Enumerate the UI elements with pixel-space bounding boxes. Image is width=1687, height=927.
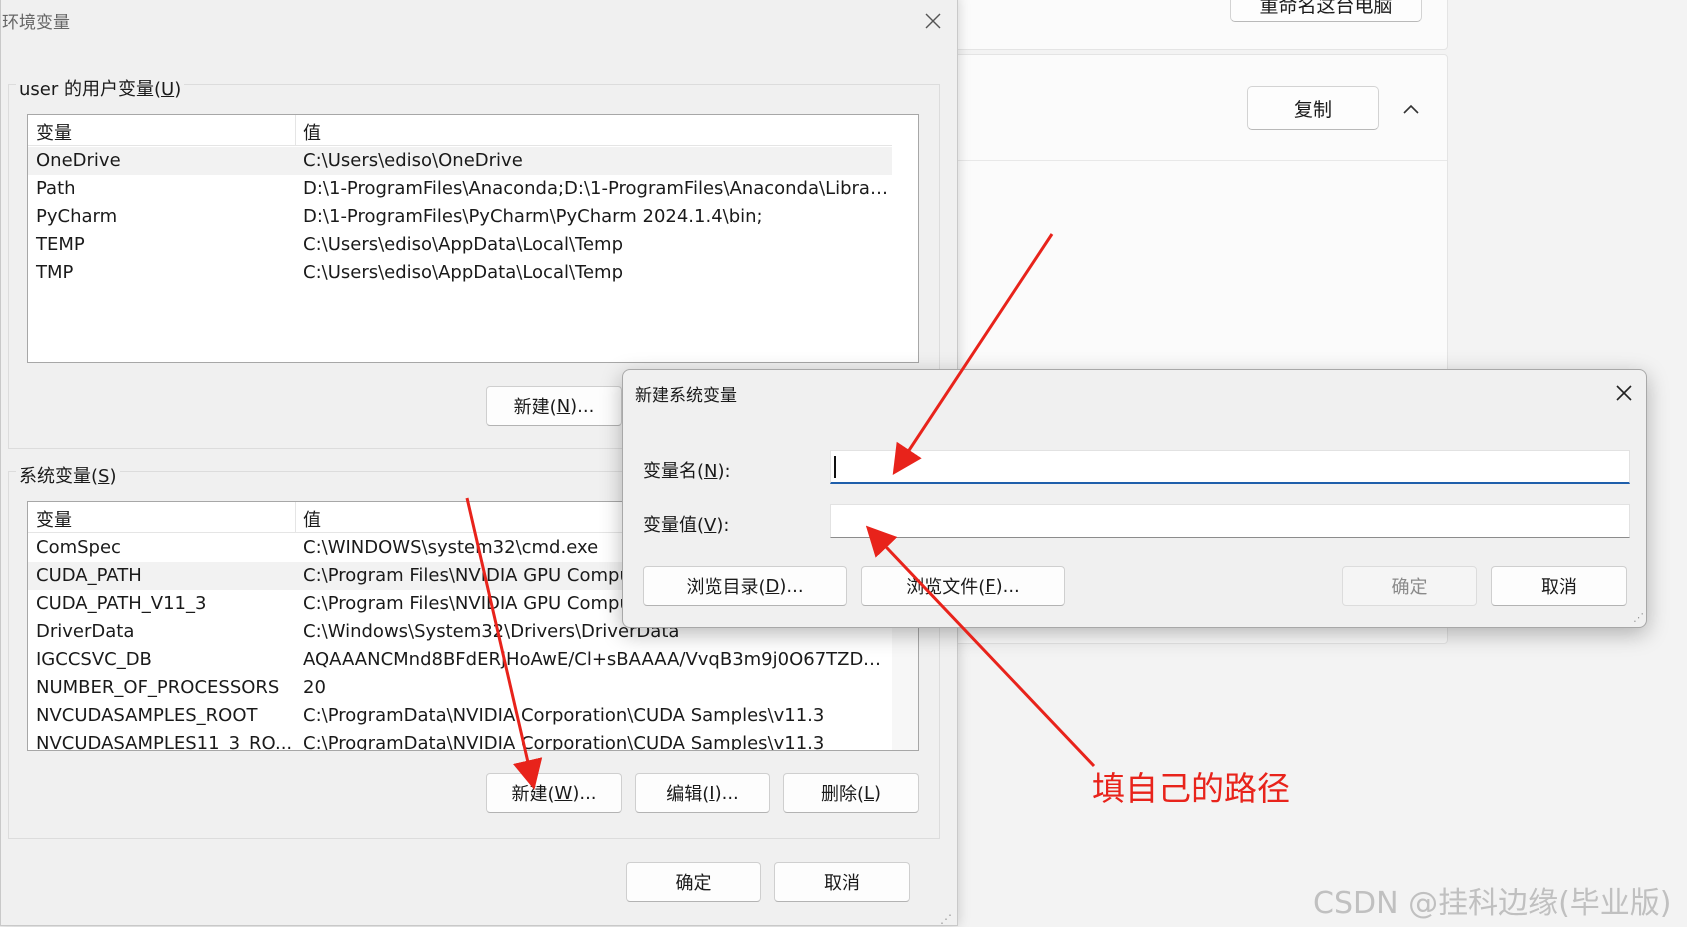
variable-name-cell: CUDA_PATH [36,565,142,586]
column-separator [295,502,296,533]
rename-pc-button[interactable]: 重命名这台电脑 [1230,0,1422,22]
table-row[interactable]: TMP C:\Users\ediso\AppData\Local\Temp [28,259,892,287]
variable-value-cell: D:\1-ProgramFiles\Anaconda;D:\1-ProgramF… [303,178,888,199]
variable-value-cell: AQAAANCMnd8BFdERjHoAwE/Cl+sBAAAA/VvqB3m9… [303,649,888,670]
variable-name-cell: TEMP [36,234,85,255]
ok-button[interactable]: 确定 [626,862,761,902]
variable-name-cell: NVCUDASAMPLES_ROOT [36,705,258,726]
user-vars-group-label: user 的用户变量(U) [16,75,185,101]
resize-grip-icon[interactable]: ⋰ [1633,611,1644,624]
new-system-var-button[interactable]: 新建(W)... [486,773,622,813]
table-row[interactable]: NUMBER_OF_PROCESSORS 20 [28,674,892,702]
variable-name-cell: TMP [36,262,74,283]
column-header-value[interactable]: 值 [303,119,321,145]
variable-name-input[interactable] [830,450,1630,484]
dialog-title: 新建系统变量 [635,386,737,406]
variable-value-cell: C:\ProgramData\NVIDIA Corporation\CUDA S… [303,705,825,726]
table-row[interactable]: NVCUDASAMPLES11_3_RO... C:\ProgramData\NV… [28,730,892,751]
variable-value-cell: C:\Users\ediso\AppData\Local\Temp [303,262,624,283]
variable-name-cell: IGCCSVC_DB [36,649,152,670]
column-header-variable[interactable]: 变量 [36,506,72,532]
close-icon[interactable] [920,8,946,34]
system-vars-group-label: 系统变量(S) [16,462,120,488]
column-header-variable[interactable]: 变量 [36,119,72,145]
table-row[interactable]: TEMP C:\Users\ediso\AppData\Local\Temp [28,231,892,259]
dialog-title: 环境变量 [2,13,70,33]
table-row[interactable]: NVCUDASAMPLES_ROOT C:\ProgramData\NVIDIA … [28,702,892,730]
resize-grip-icon[interactable]: ⋰ [940,912,952,926]
new-system-variable-dialog: 新建系统变量 变量名(N): 变量值(V): 浏览目录(D)... 浏览文件(F… [622,369,1647,628]
table-row[interactable]: Path D:\1-ProgramFiles\Anaconda;D:\1-Prog… [28,175,892,203]
variable-value-label: 变量值(V): [643,515,730,536]
variable-name-cell: NVCUDASAMPLES11_3_RO... [36,733,293,751]
variable-name-cell: OneDrive [36,150,121,171]
variable-name-label: 变量名(N): [643,461,731,482]
text-cursor [834,456,836,478]
ok-button[interactable]: 确定 [1342,566,1477,606]
browse-file-button[interactable]: 浏览文件(F)... [861,566,1065,606]
chevron-up-icon[interactable] [1397,95,1425,123]
divider [941,160,1447,161]
variable-name-cell: PyCharm [36,206,118,227]
column-separator [295,115,296,146]
new-user-var-button[interactable]: 新建(N)... [486,386,622,426]
cancel-button[interactable]: 取消 [1491,566,1627,606]
delete-system-var-button[interactable]: 删除(L) [783,773,919,813]
cancel-button[interactable]: 取消 [774,862,910,902]
variable-name-cell: Path [36,178,76,199]
variable-value-cell: C:\ProgramData\NVIDIA Corporation\CUDA S… [303,733,825,751]
table-row[interactable]: IGCCSVC_DB AQAAANCMnd8BFdERjHoAwE/Cl+sBAA… [28,646,892,674]
table-row[interactable]: PyCharm D:\1-ProgramFiles\PyCharm\PyCharm… [28,203,892,231]
annotation-label: 填自己的路径 [1092,769,1290,808]
copy-button[interactable]: 复制 [1247,86,1379,130]
column-header-value[interactable]: 值 [303,506,321,532]
user-vars-list[interactable]: 变量 值 OneDrive C:\Users\ediso\OneDrive Path… [27,114,919,363]
table-row[interactable]: OneDrive C:\Users\ediso\OneDrive [28,147,892,175]
variable-value-cell: C:\Users\ediso\OneDrive [303,150,523,171]
variable-value-cell: 20 [303,677,326,698]
variable-name-cell: ComSpec [36,537,121,558]
variable-name-cell: CUDA_PATH_V11_3 [36,593,207,614]
watermark: CSDN @挂科边缘(毕业版) [1313,886,1672,921]
browse-directory-button[interactable]: 浏览目录(D)... [643,566,847,606]
variable-value-cell: C:\Users\ediso\AppData\Local\Temp [303,234,624,255]
variable-name-cell: DriverData [36,621,135,642]
variable-value-cell: D:\1-ProgramFiles\PyCharm\PyCharm 2024.1… [303,206,763,227]
close-icon[interactable] [1612,381,1636,405]
list-header: 变量 值 [28,115,892,146]
variable-value-input[interactable] [830,504,1630,538]
edit-system-var-button[interactable]: 编辑(I)... [635,773,770,813]
variable-name-cell: NUMBER_OF_PROCESSORS [36,677,280,698]
